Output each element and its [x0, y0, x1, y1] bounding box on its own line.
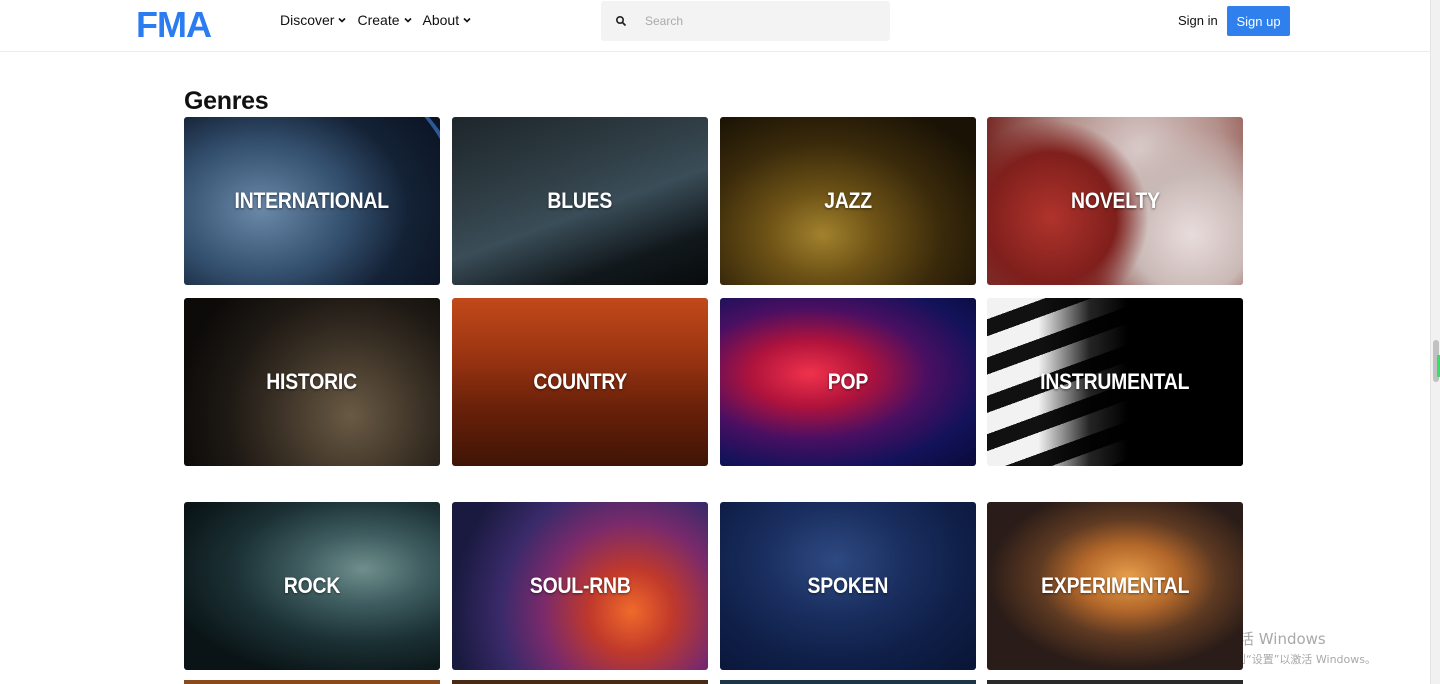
nav-about[interactable]: About — [423, 12, 473, 28]
genre-label: EXPERIMENTAL — [1040, 573, 1190, 598]
genre-label: INSTRUMENTAL — [1040, 369, 1190, 394]
genre-label: SPOKEN — [807, 573, 889, 598]
sign-in-link[interactable]: Sign in — [1178, 13, 1218, 28]
search-input[interactable] — [645, 14, 865, 28]
genre-label: JAZZ — [824, 188, 872, 213]
genre-tile-blues[interactable]: BLUES — [452, 117, 708, 285]
genre-label: BLUES — [547, 188, 613, 213]
genre-tile-jazz[interactable]: JAZZ — [720, 117, 976, 285]
genre-tile-spoken[interactable]: SPOKEN — [720, 502, 976, 670]
genre-label: INTERNATIONAL — [234, 188, 390, 213]
genre-tile-partial[interactable] — [987, 680, 1243, 684]
genre-label: COUNTRY — [533, 369, 627, 394]
genre-tile-partial[interactable] — [720, 680, 976, 684]
genre-label: ROCK — [283, 573, 341, 598]
page-scrollbar[interactable] — [1430, 0, 1440, 684]
genre-tile-rock[interactable]: ROCK — [184, 502, 440, 670]
windows-activation-watermark: 激活 Windows 转到“设置”以激活 Windows。 — [1224, 628, 1376, 667]
genre-label: POP — [827, 369, 869, 394]
genre-tile-soul-rnb[interactable]: SOUL-RNB — [452, 502, 708, 670]
main-nav: Discover Create About — [280, 12, 472, 28]
watermark-title: 激活 Windows — [1224, 630, 1326, 648]
chevron-down-icon — [338, 17, 347, 23]
search-bar[interactable] — [601, 1, 890, 41]
genre-tile-pop[interactable]: POP — [720, 298, 976, 466]
genre-tile-instrumental[interactable]: INSTRUMENTAL — [987, 298, 1243, 466]
watermark-subtitle: 转到“设置”以激活 Windows。 — [1224, 653, 1376, 666]
nav-create[interactable]: Create — [357, 12, 412, 28]
search-icon — [615, 15, 627, 27]
genre-tile-partial[interactable] — [184, 680, 440, 684]
genre-label: HISTORIC — [266, 369, 358, 394]
genre-label: SOUL-RNB — [529, 573, 631, 598]
page-title: Genres — [184, 87, 269, 115]
nav-discover[interactable]: Discover — [280, 12, 347, 28]
chevron-down-icon — [463, 17, 471, 23]
nav-create-label: Create — [357, 12, 400, 28]
nav-discover-label: Discover — [280, 12, 335, 28]
genre-tile-partial[interactable] — [452, 680, 708, 684]
chevron-down-icon — [403, 17, 412, 23]
fma-logo[interactable]: FMA — [136, 4, 212, 46]
genre-tile-experimental[interactable]: EXPERIMENTAL — [987, 502, 1243, 670]
genre-tile-historic[interactable]: HISTORIC — [184, 298, 440, 466]
nav-about-label: About — [422, 12, 460, 28]
genre-tile-country[interactable]: COUNTRY — [452, 298, 708, 466]
top-header: FMA Discover Create About Sign in Sign u… — [0, 0, 1440, 52]
genre-label: NOVELTY — [1070, 188, 1160, 213]
genre-tile-international[interactable]: INTERNATIONAL — [184, 117, 440, 285]
sign-up-button[interactable]: Sign up — [1227, 6, 1290, 36]
genre-tile-novelty[interactable]: NOVELTY — [987, 117, 1243, 285]
